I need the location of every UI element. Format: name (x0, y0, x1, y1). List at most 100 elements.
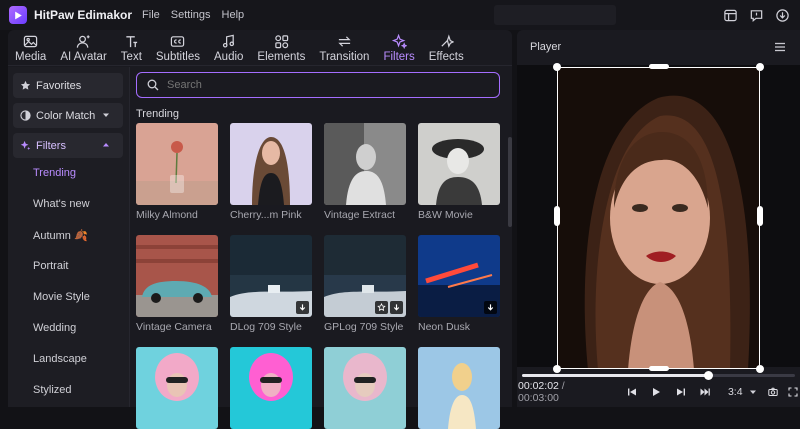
search-box[interactable] (136, 72, 500, 98)
filter-name: Cherry...m Pink (230, 209, 302, 221)
filter-name: Neon Dusk (418, 321, 470, 333)
filter-name: DLog 709 Style (230, 321, 302, 333)
sidebar-item-trending[interactable]: Trending (33, 167, 76, 179)
playback-timeline[interactable] (522, 371, 795, 380)
tab-subtitles[interactable]: Subtitles (149, 30, 207, 66)
snapshot-camera-icon[interactable] (766, 385, 779, 399)
filter-thumbnail (418, 123, 500, 205)
fullscreen-icon[interactable] (787, 385, 800, 399)
sidebar-filters[interactable]: Filters (13, 133, 123, 158)
download-icon[interactable] (772, 5, 792, 25)
sidebar-item-portrait[interactable]: Portrait (33, 260, 68, 272)
filter-card-dlog-709[interactable]: DLog 709 Style (230, 235, 312, 333)
feedback-icon[interactable] (746, 5, 766, 25)
sidebar-item-autumn[interactable]: Autumn 🍂 (33, 229, 88, 242)
resize-handle-bottom-left[interactable] (553, 365, 561, 373)
layout-icon[interactable] (720, 5, 740, 25)
search-input[interactable] (167, 79, 467, 91)
timeline-scrubber[interactable] (703, 371, 713, 380)
sidebar-item-movie-style[interactable]: Movie Style (33, 291, 90, 303)
menu-settings[interactable]: Settings (171, 9, 211, 21)
video-frame[interactable] (557, 67, 760, 369)
filter-card-pink-hair-3[interactable] (324, 347, 406, 429)
filter-card-neon-dusk[interactable]: Neon Dusk (418, 235, 500, 333)
play-icon[interactable] (650, 385, 663, 399)
filter-card-beach[interactable] (418, 347, 500, 429)
previous-frame-icon[interactable] (625, 385, 638, 399)
menu-file[interactable]: File (142, 9, 160, 21)
sidebar-item-stylized[interactable]: Stylized (33, 384, 72, 396)
effects-icon (441, 33, 454, 48)
resize-handle-top-left[interactable] (553, 63, 561, 71)
timecode: 00:02:02 / 00:03:00 (518, 380, 605, 404)
aspect-ratio-select[interactable]: 3:4 (728, 386, 743, 398)
category-toolbar: Media AI Avatar Text Subtitles Audio Ele… (8, 30, 512, 66)
tab-text[interactable]: Text (114, 30, 149, 66)
menu-help[interactable]: Help (222, 9, 245, 21)
filter-card-pink-hair-2[interactable] (230, 347, 312, 429)
timeline-progress (522, 374, 708, 377)
resize-handle-bottom[interactable] (649, 366, 669, 371)
search-icon (147, 79, 159, 91)
filter-thumbnail (418, 235, 500, 317)
tab-effects[interactable]: Effects (422, 30, 471, 66)
filter-name: B&W Movie (418, 209, 473, 221)
tab-elements[interactable]: Elements (250, 30, 312, 66)
filter-browser: Trending Milky Almond Cherry...m Pink Vi… (131, 67, 512, 429)
chevron-down-icon (103, 113, 109, 117)
star-icon (20, 80, 31, 90)
filter-card-bw-movie[interactable]: B&W Movie (418, 123, 500, 221)
title-search-box[interactable] (494, 5, 616, 25)
sidebar-item-whats-new[interactable]: What's new (33, 198, 90, 210)
player-title: Player (530, 41, 562, 53)
scrollbar[interactable] (508, 137, 512, 227)
filter-card-gplog-709[interactable]: GPLog 709 Style (324, 235, 406, 333)
download-icon[interactable] (484, 301, 497, 314)
app-name: HitPaw Edimakor (34, 8, 133, 22)
title-bar: HitPaw Edimakor File Settings Help (0, 0, 800, 30)
filter-thumbnail (324, 347, 406, 429)
download-icon[interactable] (296, 301, 309, 314)
download-icon[interactable] (390, 301, 403, 314)
filter-name: Milky Almond (136, 209, 198, 221)
sidebar-color-match[interactable]: Color Match (13, 103, 123, 128)
filter-name: Vintage Extract (324, 209, 396, 221)
resize-handle-left[interactable] (554, 206, 560, 226)
transition-icon (338, 35, 351, 47)
sidebar-favorites[interactable]: Favorites (13, 73, 123, 98)
resize-handle-top[interactable] (649, 64, 669, 69)
app-logo-icon (9, 6, 27, 24)
chevron-down-icon[interactable] (747, 385, 760, 399)
current-time: 00:02:02 (518, 380, 559, 392)
tab-filters[interactable]: Filters (376, 30, 421, 66)
filter-thumbnail (230, 123, 312, 205)
filter-card-vintage-extract[interactable]: Vintage Extract (324, 123, 406, 221)
hamburger-menu-icon[interactable] (773, 40, 787, 54)
video-preview (517, 63, 800, 373)
ai-avatar-icon (76, 34, 90, 48)
next-frame-icon[interactable] (674, 385, 687, 399)
playback-controls: 00:02:02 / 00:03:00 3:4 (517, 380, 800, 404)
filter-card-pink-hair-1[interactable] (136, 347, 218, 429)
filter-card-cherry-pink[interactable]: Cherry...m Pink (230, 123, 312, 221)
tab-media[interactable]: Media (8, 30, 53, 66)
fast-forward-icon[interactable] (699, 385, 712, 399)
resize-handle-top-right[interactable] (756, 63, 764, 71)
tab-audio[interactable]: Audio (207, 30, 250, 66)
filter-thumbnail (136, 123, 218, 205)
resize-handle-right[interactable] (757, 206, 763, 226)
chevron-up-icon (103, 143, 109, 147)
menu-bar: File Settings Help (142, 9, 255, 21)
filter-thumbnail (136, 235, 218, 317)
media-icon (23, 35, 38, 47)
filter-card-vintage-camera[interactable]: Vintage Camera (136, 235, 218, 333)
sidebar-item-wedding[interactable]: Wedding (33, 322, 76, 334)
duration: 00:03:00 (518, 392, 559, 404)
filter-card-milky-almond[interactable]: Milky Almond (136, 123, 218, 221)
favorite-icon[interactable] (375, 301, 388, 314)
resize-handle-bottom-right[interactable] (756, 365, 764, 373)
tab-ai-avatar[interactable]: AI Avatar (53, 30, 113, 66)
tab-transition[interactable]: Transition (312, 30, 376, 66)
sidebar-item-landscape[interactable]: Landscape (33, 353, 87, 365)
filter-category-sidebar: Favorites Color Match Filters Trending W… (8, 67, 130, 407)
